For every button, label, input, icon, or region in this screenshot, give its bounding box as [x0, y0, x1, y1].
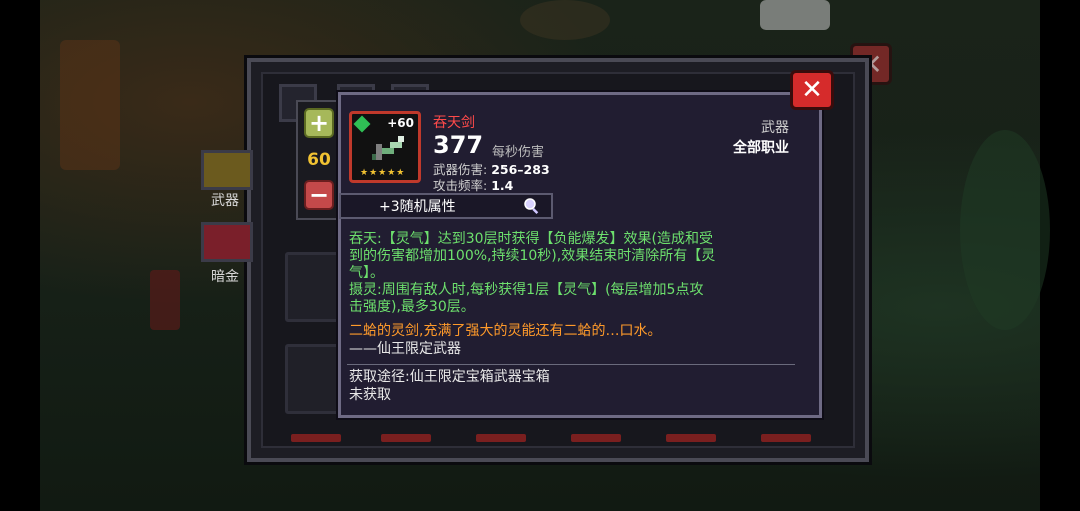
acquired-status: 未获取: [349, 387, 391, 403]
slot-rarity-bar: [761, 434, 811, 442]
letterbox-left: [0, 0, 40, 511]
level-increase-button[interactable]: +: [304, 108, 334, 138]
slot-rarity-bar: [291, 434, 341, 442]
gem-icon: [353, 115, 371, 133]
flavor-text: 二蛤的灵剑,充满了强大的灵能还有二蛤的…口水。: [349, 323, 662, 339]
divider: [347, 364, 795, 365]
item-type: 武器: [761, 120, 789, 136]
category-weapon-button[interactable]: [201, 150, 253, 190]
random-attribute-bar[interactable]: +3随机属性: [339, 193, 553, 219]
effect-text-line: 击强度),最多30层。: [349, 299, 475, 315]
slot-rarity-bar: [666, 434, 716, 442]
level-value: 60: [307, 150, 331, 170]
inventory-slot[interactable]: [285, 344, 341, 414]
close-button[interactable]: ✕: [790, 70, 834, 110]
slot-rarity-bar: [571, 434, 621, 442]
npc-figure: [150, 270, 180, 330]
sword-icon: [372, 136, 404, 160]
rate-stat: 攻击频率: 1.4: [433, 175, 513, 194]
dps-value: 377: [433, 131, 484, 159]
dps-label: 每秒伤害: [492, 145, 545, 160]
item-detail-card: +60 ★★★★★ 吞天剑 377 每秒伤害 武器伤害: 256–283 攻击频…: [338, 92, 822, 418]
npc-figure-top: [760, 0, 830, 30]
close-icon: ✕: [801, 75, 823, 105]
level-decrease-button[interactable]: −: [304, 180, 334, 210]
tree-decoration: [960, 130, 1050, 330]
effect-text-line: 摄灵:周围有敌人时,每秒获得1层【灵气】(每层增加5点攻: [349, 282, 704, 298]
category-weapon-label: 武器: [211, 193, 239, 209]
rate-label: 攻击频率:: [433, 178, 488, 193]
rarity-stars: ★★★★★: [360, 168, 406, 178]
level-stepper: + 60 −: [296, 100, 342, 220]
rate-value: 1.4: [491, 178, 514, 193]
item-class: 全部职业: [733, 140, 789, 156]
source-text: 获取途径:仙王限定宝箱武器宝箱: [349, 369, 550, 385]
effect-text-line: 气】。: [349, 265, 384, 281]
flavor-signature: ——仙王限定武器: [349, 341, 461, 357]
portal-decoration: [520, 0, 610, 40]
weapon-name: 吞天剑: [433, 115, 475, 131]
inventory-slot[interactable]: [285, 252, 341, 322]
shelf-decoration: [60, 40, 120, 170]
magnifier-icon[interactable]: [523, 197, 541, 215]
category-darkgold-label: 暗金: [211, 269, 239, 285]
category-darkgold-button[interactable]: [201, 222, 253, 262]
weapon-icon-box: +60 ★★★★★: [349, 111, 421, 183]
effect-text-line: 到的伤害都增加100%,持续10秒),效果结束时清除所有【灵: [349, 248, 716, 264]
slot-rarity-bar: [476, 434, 526, 442]
upgrade-level: +60: [387, 116, 414, 130]
slot-rarity-bar: [381, 434, 431, 442]
random-attribute-label: +3随机属性: [379, 199, 456, 215]
effect-text-line: 吞天:【灵气】达到30层时获得【负能爆发】效果(造成和受: [349, 231, 713, 247]
